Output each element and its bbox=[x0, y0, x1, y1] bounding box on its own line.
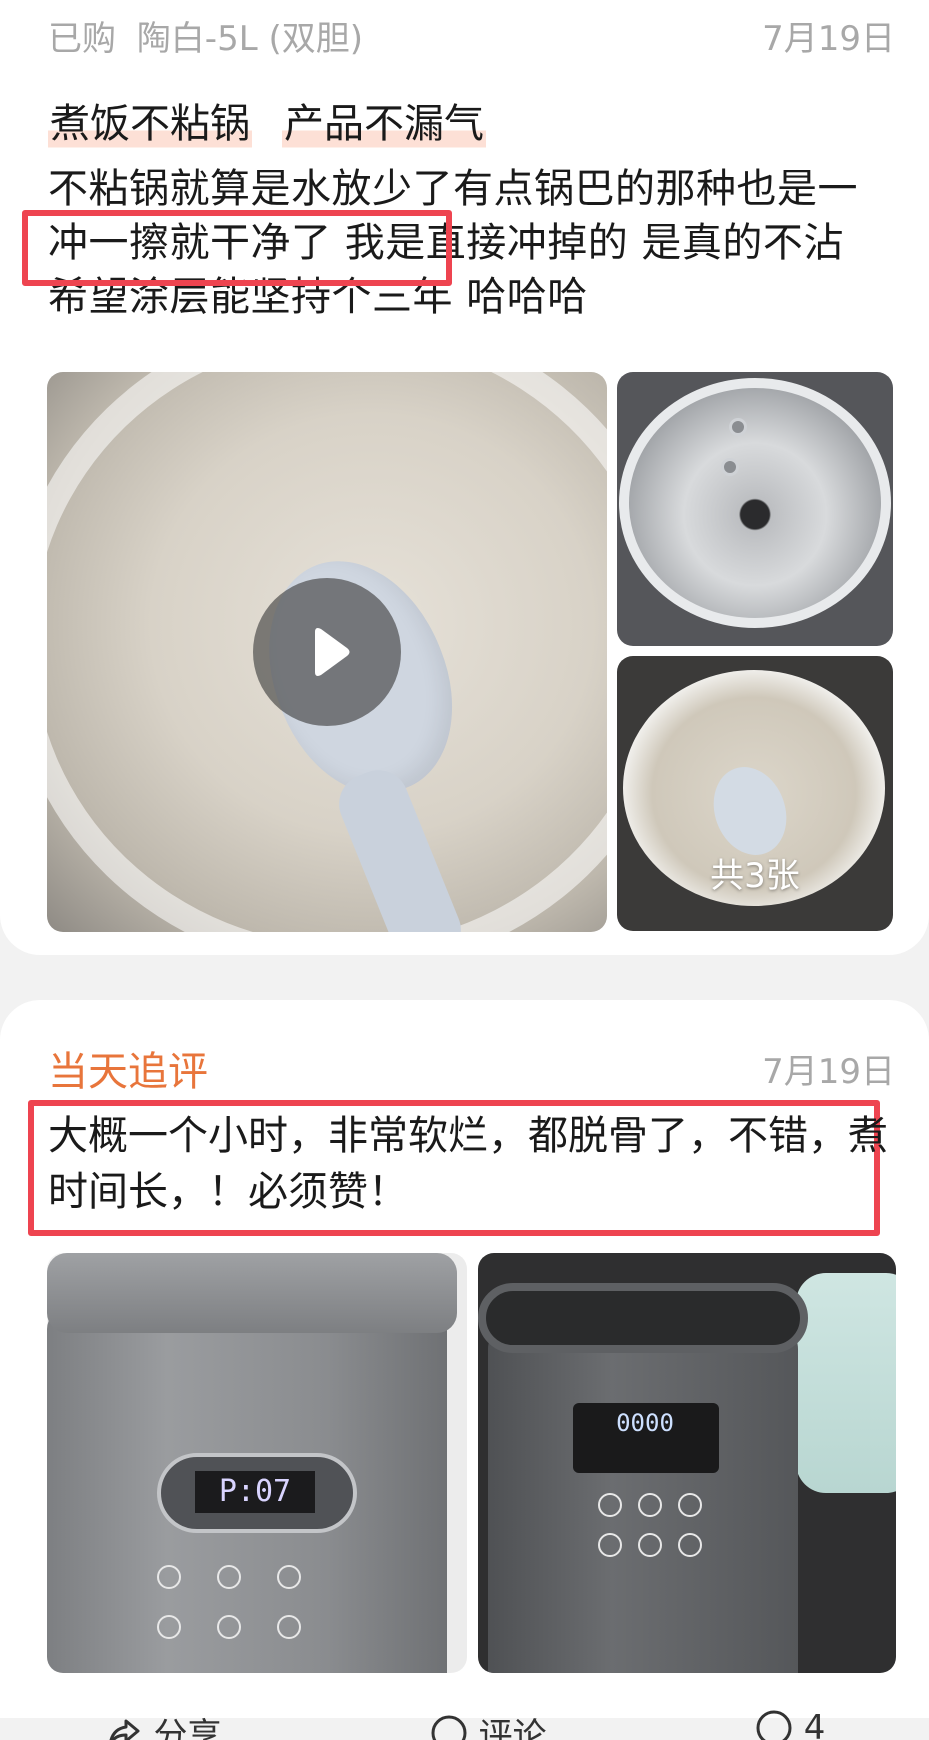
cooker-key bbox=[277, 1615, 301, 1639]
purchase-spec: 已购 陶白-5L (双胆) bbox=[48, 11, 373, 60]
purchased-label: 已购 bbox=[48, 19, 116, 59]
like-button[interactable]: 4 bbox=[754, 1700, 826, 1740]
cooker-key bbox=[277, 1565, 301, 1589]
review-date: 7月19日 bbox=[762, 11, 895, 60]
cooker-key bbox=[638, 1533, 662, 1557]
lid-shape bbox=[619, 378, 891, 628]
cooker-key bbox=[217, 1615, 241, 1639]
follow-up-title: 当天追评 bbox=[48, 1039, 208, 1097]
comment-icon bbox=[429, 1713, 469, 1740]
valve-dot bbox=[729, 418, 747, 436]
cooker-display: P:07 bbox=[195, 1471, 315, 1513]
review-photo-pot[interactable]: 共3张 bbox=[617, 656, 893, 931]
like-icon bbox=[754, 1708, 794, 1740]
action-bar: 分享 评论 4 bbox=[0, 1700, 929, 1740]
review-tags: 煮饭不粘锅 产品不漏气 bbox=[48, 96, 486, 152]
variant-label: 陶白-5L (双胆) bbox=[137, 19, 363, 59]
photo-count-label: 共3张 bbox=[617, 848, 893, 897]
follow-up-card: 当天追评 7月19日 大概一个小时，非常软烂，都脱骨了，不错，煮时间长，！必须赞… bbox=[0, 1000, 929, 1718]
comment-button[interactable]: 评论 bbox=[429, 1700, 547, 1740]
review-card: 已购 陶白-5L (双胆) 7月19日 煮饭不粘锅 产品不漏气 不粘锅就算是水放… bbox=[0, 0, 929, 955]
cooker-rim-shape bbox=[478, 1283, 808, 1353]
cooker-control-panel: 0000 bbox=[573, 1403, 719, 1473]
share-icon bbox=[104, 1713, 144, 1740]
share-button[interactable]: 分享 bbox=[104, 1700, 222, 1740]
follow-up-body: 大概一个小时，非常软烂，都脱骨了，不错，煮时间长，！必须赞！ bbox=[48, 1108, 889, 1220]
review-tag: 产品不漏气 bbox=[282, 96, 486, 152]
cooker-key bbox=[157, 1565, 181, 1589]
cooker-key bbox=[598, 1533, 622, 1557]
cooker-key bbox=[157, 1615, 181, 1639]
cooker-lid-shape bbox=[47, 1253, 457, 1333]
container-shape bbox=[796, 1273, 896, 1493]
highlight-annotation bbox=[22, 210, 452, 286]
like-count: 4 bbox=[804, 1708, 826, 1740]
cooker-key bbox=[678, 1533, 702, 1557]
review-meta: 已购 陶白-5L (双胆) 7月19日 bbox=[48, 10, 895, 60]
play-triangle-icon bbox=[295, 620, 359, 684]
cooker-control-panel: P:07 bbox=[157, 1453, 357, 1533]
play-icon[interactable] bbox=[253, 578, 401, 726]
review-photo-lid[interactable] bbox=[617, 372, 893, 646]
review-video-thumbnail[interactable] bbox=[47, 372, 607, 932]
cooker-key bbox=[598, 1493, 622, 1517]
follow-up-header: 当天追评 7月19日 bbox=[48, 1042, 895, 1094]
follow-up-photo-1[interactable]: P:07 bbox=[47, 1253, 467, 1673]
cooker-display: 0000 bbox=[597, 1409, 693, 1439]
follow-up-photo-2[interactable]: 0000 bbox=[478, 1253, 896, 1673]
comment-label: 评论 bbox=[479, 1708, 547, 1740]
cooker-key bbox=[678, 1493, 702, 1517]
share-label: 分享 bbox=[154, 1708, 222, 1740]
valve-dot bbox=[721, 458, 739, 476]
cooker-key bbox=[638, 1493, 662, 1517]
follow-up-date: 7月19日 bbox=[762, 1044, 895, 1093]
review-tag: 煮饭不粘锅 bbox=[48, 96, 252, 152]
cooker-key bbox=[217, 1565, 241, 1589]
